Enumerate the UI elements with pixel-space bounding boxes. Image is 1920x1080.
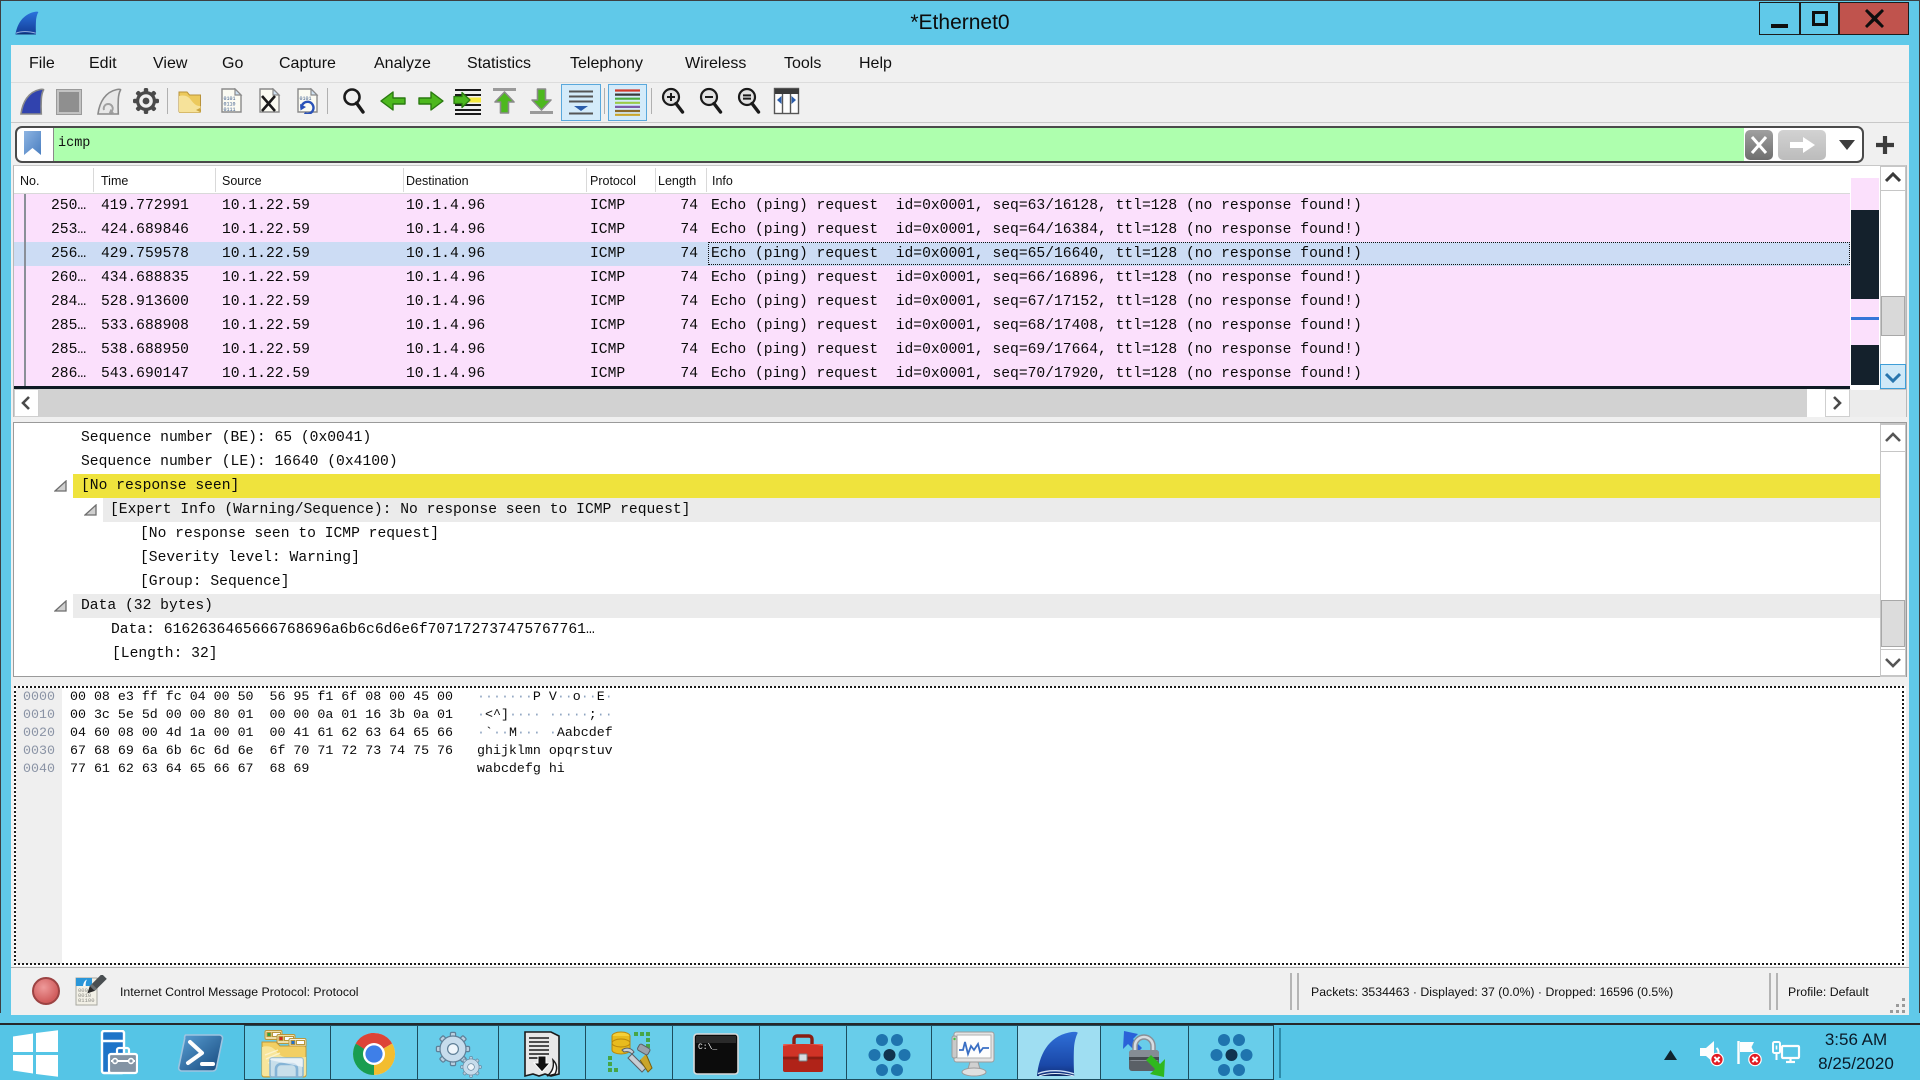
svg-text:C:\_: C:\_ — [698, 1043, 717, 1052]
svg-text:0111: 0111 — [224, 107, 236, 113]
svg-text:01100: 01100 — [78, 997, 95, 1004]
